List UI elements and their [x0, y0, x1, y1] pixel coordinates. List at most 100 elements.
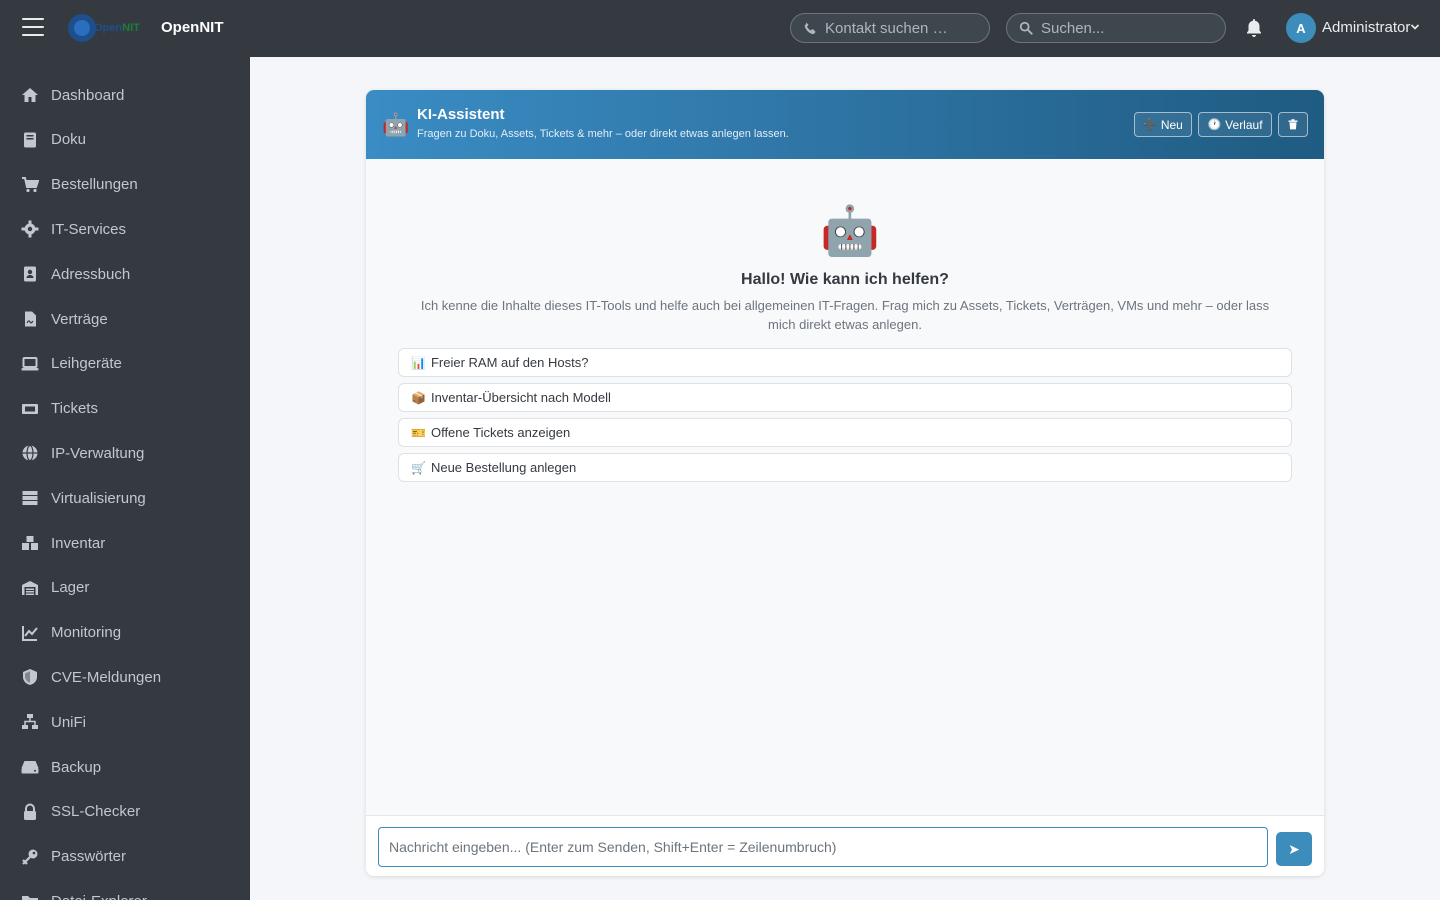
page-title: KI-Assistent: [417, 106, 505, 123]
sidebar-item-label: Dashboard: [51, 86, 125, 104]
suggestion-label: Freier RAM auf den Hosts?: [430, 355, 589, 370]
contact-search[interactable]: [790, 13, 990, 43]
trash-icon: [1288, 119, 1298, 130]
key-icon: [21, 848, 39, 866]
sidebar-item-label: Lager: [51, 579, 90, 597]
sidebar-item-ip-verwaltung[interactable]: IP-Verwaltung: [0, 433, 250, 473]
sidebar-item-monitoring[interactable]: Monitoring: [0, 613, 250, 653]
sidebar-item-unifi[interactable]: UniFi: [0, 702, 250, 742]
welcome-title: Hallo! Wie kann ich helfen?: [741, 271, 949, 288]
history-label: Verlauf: [1225, 117, 1263, 132]
send-button[interactable]: ➤: [1276, 832, 1312, 866]
sidebar-item-label: Inventar: [51, 534, 106, 552]
folder-icon: [21, 892, 39, 900]
suggestion-label: Neue Bestellung anlegen: [430, 460, 577, 475]
sidebar-item-label: CVE-Meldungen: [51, 668, 162, 686]
logo[interactable]: OpenNIT: [68, 14, 140, 42]
search-icon: [1019, 21, 1033, 35]
sidebar-item-cve-meldungen[interactable]: CVE-Meldungen: [0, 657, 250, 697]
sidebar-item-label: IP-Verwaltung: [51, 444, 145, 462]
sidebar-item-virtualisierung[interactable]: Virtualisierung: [0, 478, 250, 518]
plus-icon: ➕: [1143, 119, 1157, 131]
sidebar-item-it-services[interactable]: IT-Services: [0, 209, 250, 249]
suggestion-button[interactable]: 🎫 Offene Tickets anzeigen: [398, 418, 1292, 447]
avatar[interactable]: A: [1286, 13, 1316, 43]
cart-icon: [21, 176, 39, 194]
sidebar: Dashboard Doku Bestellungen IT-Services Adre…: [0, 57, 250, 900]
address-book-icon: [21, 265, 39, 283]
suggestion-emoji-icon: 📊: [411, 355, 426, 370]
sidebar-item-label: Datei-Explorer: [51, 893, 147, 900]
sidebar-item-leihgeräte[interactable]: Leihgeräte: [0, 344, 250, 384]
home-icon: [21, 86, 39, 104]
sidebar-item-dashboard[interactable]: Dashboard: [0, 75, 250, 115]
sidebar-item-label: Bestellungen: [51, 176, 138, 194]
suggestion-button[interactable]: 🛒 Neue Bestellung anlegen: [398, 453, 1292, 482]
logo-mark: [68, 14, 96, 42]
gear-icon: [21, 220, 39, 238]
sidebar-item-inventar[interactable]: Inventar: [0, 523, 250, 563]
sidebar-item-datei-explorer[interactable]: Datei-Explorer: [0, 881, 250, 900]
sidebar-item-bestellungen[interactable]: Bestellungen: [0, 165, 250, 205]
book-icon: [21, 131, 39, 149]
sidebar-item-label: Leihgeräte: [51, 355, 122, 373]
sidebar-item-label: Backup: [51, 758, 102, 776]
sidebar-item-label: Doku: [51, 131, 87, 149]
suggestion-button[interactable]: 📦 Inventar-Übersicht nach Modell: [398, 383, 1292, 412]
sidebar-item-label: IT-Services: [51, 220, 127, 238]
boxes-icon: [21, 534, 39, 552]
sidebar-item-label: Adressbuch: [51, 265, 131, 283]
sidebar-item-label: SSL-Checker: [51, 803, 141, 821]
global-search-input[interactable]: [1041, 19, 1201, 37]
chat-panel: 🤖 KI-Assistent Fragen zu Doku, Assets, T…: [366, 90, 1324, 876]
brand-name[interactable]: OpenNIT: [161, 19, 224, 36]
clock-icon: 🕐: [1207, 119, 1222, 131]
shield-icon: [21, 668, 39, 686]
sidebar-item-label: Tickets: [51, 400, 98, 418]
chat-header: 🤖 KI-Assistent Fragen zu Doku, Assets, T…: [366, 90, 1324, 159]
sidebar-item-label: Monitoring: [51, 624, 122, 642]
suggestion-emoji-icon: 📦: [411, 390, 426, 405]
sidebar-item-backup[interactable]: Backup: [0, 747, 250, 787]
sidebar-item-doku[interactable]: Doku: [0, 120, 250, 160]
message-input[interactable]: [378, 827, 1268, 867]
sidebar-item-passwörter[interactable]: Passwörter: [0, 837, 250, 877]
history-button[interactable]: 🕐 Verlauf: [1198, 112, 1272, 137]
warehouse-icon: [21, 579, 39, 597]
sidebar-item-adressbuch[interactable]: Adressbuch: [0, 254, 250, 294]
message-composer: ➤: [366, 815, 1324, 876]
sidebar-item-lager[interactable]: Lager: [0, 568, 250, 608]
sidebar-item-label: Passwörter: [51, 848, 127, 866]
suggestion-emoji-icon: 🎫: [411, 425, 426, 440]
logo-text: OpenNIT: [94, 22, 140, 34]
sidebar-item-label: Verträge: [51, 310, 108, 328]
contract-icon: [21, 310, 39, 328]
sidebar-item-tickets[interactable]: Tickets: [0, 389, 250, 429]
sidebar-item-verträge[interactable]: Verträge: [0, 299, 250, 339]
chart-line-icon: [21, 624, 39, 642]
globe-icon: [21, 444, 39, 462]
top-navbar: OpenNIT OpenNIT A Administrator: [0, 0, 1440, 57]
suggestion-emoji-icon: 🛒: [411, 460, 426, 475]
network-icon: [21, 713, 39, 731]
welcome-robot-icon: 🤖: [820, 205, 880, 258]
hdd-icon: [21, 758, 39, 776]
delete-chat-button[interactable]: [1278, 112, 1308, 137]
suggestion-label: Inventar-Übersicht nach Modell: [430, 390, 611, 405]
suggestion-button[interactable]: 📊 Freier RAM auf den Hosts?: [398, 348, 1292, 377]
welcome-text: Ich kenne die Inhalte dieses IT-Tools un…: [420, 298, 1270, 332]
ticket-icon: [21, 400, 39, 418]
contact-search-input[interactable]: [825, 19, 985, 37]
page-subtitle: Fragen zu Doku, Assets, Tickets & mehr –…: [417, 128, 789, 140]
chevron-down-icon[interactable]: [1410, 22, 1420, 32]
new-chat-label: Neu: [1160, 117, 1183, 132]
new-chat-button[interactable]: ➕ Neu: [1134, 112, 1192, 137]
sidebar-item-label: Virtualisierung: [51, 489, 146, 507]
global-search[interactable]: [1006, 13, 1226, 43]
bell-icon[interactable]: [1245, 18, 1263, 38]
laptop-icon: [21, 355, 39, 373]
sidebar-item-ssl-checker[interactable]: SSL-Checker: [0, 792, 250, 832]
hamburger-menu-icon[interactable]: [22, 18, 44, 38]
robot-icon: 🤖: [382, 112, 410, 137]
user-menu[interactable]: Administrator: [1322, 19, 1410, 36]
